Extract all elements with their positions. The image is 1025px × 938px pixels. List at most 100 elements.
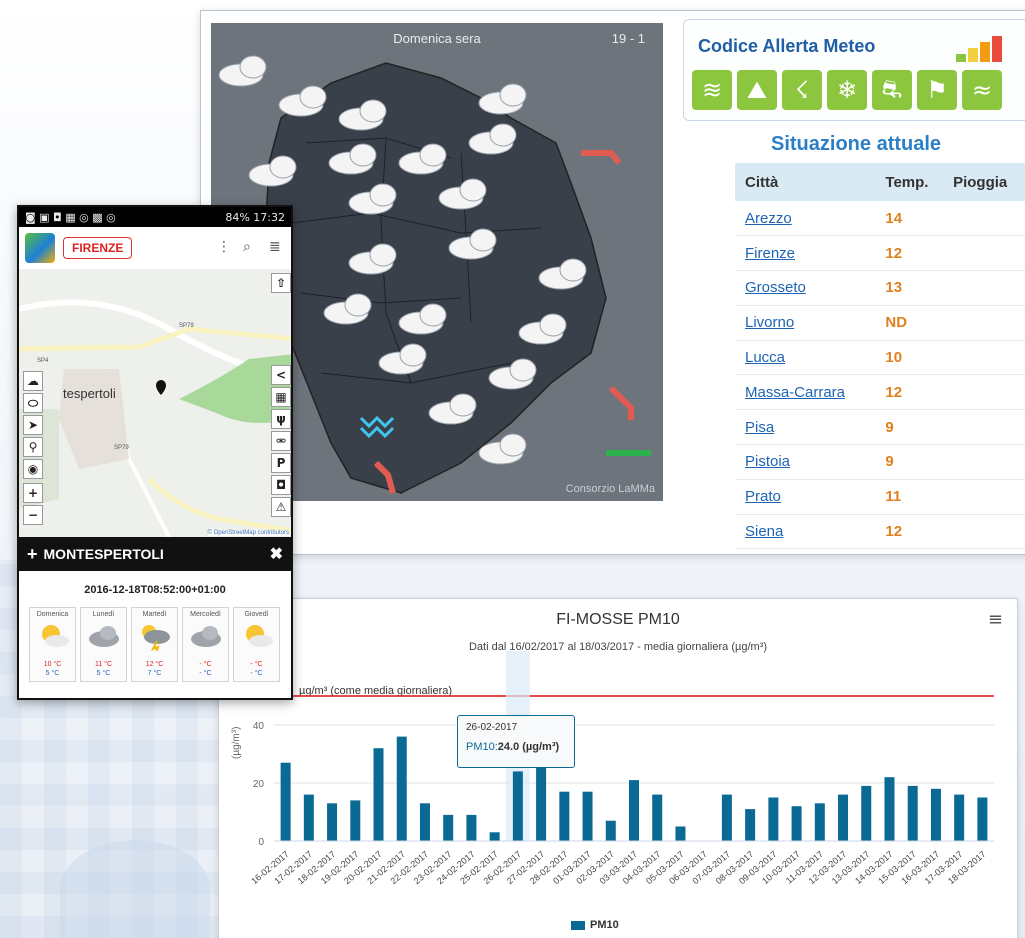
rain-value (943, 479, 1025, 515)
road-label: SP79 (114, 445, 129, 451)
city-link[interactable]: Pistoia (735, 444, 876, 480)
more-vertical-icon[interactable]: ⋮ (217, 239, 231, 255)
parking-icon[interactable]: P (271, 453, 291, 473)
city-link[interactable]: Lucca (735, 340, 876, 376)
search-icon[interactable]: ⌕ (243, 239, 251, 255)
day-min-temp: 5 °C (96, 670, 111, 677)
bar (907, 785, 918, 841)
grass-icon[interactable]: ψ (271, 409, 291, 429)
city-link[interactable]: Siena (735, 514, 876, 550)
city-link[interactable]: Firenze (735, 235, 876, 272)
city-link[interactable]: Livorno (735, 305, 876, 341)
day-min-temp: 7 °C (147, 670, 162, 677)
road-label: SP79 (179, 323, 194, 329)
add-icon[interactable]: + (27, 544, 38, 565)
weather-alert-box[interactable]: Codice Allerta Meteo ≋ ⛰ ☇ ❄ ⛐ ⚑ ≈ (683, 19, 1025, 121)
cloud-moon-icon (278, 85, 327, 117)
bar (954, 794, 965, 841)
rain-value (943, 409, 1025, 446)
bar (675, 826, 686, 841)
snow-icon[interactable]: ❄ (827, 70, 867, 110)
city-link[interactable]: Pisa (735, 409, 876, 446)
location-title: MONTESPERTOLI (43, 546, 164, 562)
table-row: Grosseto 13 (735, 270, 1025, 306)
wind-icon[interactable]: ⚑ (917, 70, 957, 110)
status-bar: ◙ ▣ ◘ ▦ ◎ ▩ ◎ 84% 17:32 (19, 207, 291, 227)
alert-level-bars (956, 36, 1002, 62)
phone-map[interactable]: SP79 SP4 SP79 tespertoli ⇧ ☁ ⬭ ➤ ⚲ ◉ + −… (19, 269, 291, 537)
close-icon[interactable]: ✖ (270, 544, 283, 564)
table-header-row: Città Temp. Pioggia (735, 163, 1025, 201)
ice-icon[interactable]: ⛐ (872, 70, 912, 110)
share-icon[interactable]: < (271, 365, 291, 385)
bike-icon[interactable]: ⚮ (271, 431, 291, 451)
city-link[interactable]: Grosseto (735, 270, 876, 306)
storm-icon[interactable]: ☇ (782, 70, 822, 110)
city-selector[interactable]: FIRENZE (63, 237, 133, 259)
rain-value (943, 340, 1025, 376)
calendar-icon[interactable]: ▦ (271, 387, 291, 407)
bar (884, 777, 895, 841)
zoom-out-button[interactable]: − (23, 505, 43, 525)
list-icon[interactable]: ≣ (269, 239, 281, 255)
bar (930, 788, 941, 841)
temp-value: 11 (875, 479, 944, 515)
temp-value: 12 (875, 374, 944, 411)
wind-arrow-icon (581, 150, 622, 165)
forecast-day[interactable]: Martedì 12 °C 7 °C (131, 607, 178, 682)
sea-icon[interactable]: ≈ (962, 70, 1002, 110)
table-row: Pistoia 9 (735, 444, 1025, 480)
rain-value (943, 270, 1025, 306)
zoom-in-button[interactable]: + (23, 483, 43, 503)
bar (327, 803, 338, 841)
weather-layer-icon[interactable]: ☁ (23, 371, 43, 391)
forecast-day[interactable]: Giovedì - °C - °C (233, 607, 280, 682)
locate-icon[interactable]: ◉ (23, 459, 43, 479)
rain-value (943, 444, 1025, 480)
bar (791, 806, 802, 841)
city-link[interactable]: Arezzo (735, 201, 876, 237)
navigate-icon[interactable]: ➤ (23, 415, 43, 435)
sun-cloud-icon (245, 625, 273, 647)
cloud-moon-icon (218, 55, 267, 87)
city-link[interactable]: Prato (735, 479, 876, 515)
table-row: Pisa 9 (735, 409, 1025, 446)
marker-icon[interactable]: ⚲ (23, 437, 43, 457)
temp-value: 13 (875, 270, 944, 306)
forecast-day[interactable]: Domenica 10 °C 5 °C (29, 607, 76, 682)
column-header-temp: Temp. (875, 163, 944, 201)
day-max-temp: 10 °C (43, 661, 62, 668)
bar (721, 794, 732, 841)
table-row: Lucca 10 (735, 340, 1025, 376)
wind-arrow-icon (608, 385, 634, 420)
chart-legend[interactable]: PM10 (571, 919, 619, 931)
forecast-day[interactable]: Mercoledì - °C - °C (182, 607, 229, 682)
day-min-temp: 5 °C (45, 670, 60, 677)
day-max-temp: - °C (250, 661, 263, 668)
cloud-icon (190, 626, 221, 647)
column-header-rain: Pioggia (943, 163, 1025, 201)
day-name: Mercoledì (190, 611, 221, 618)
legend-label: PM10 (590, 919, 619, 931)
share-up-icon[interactable]: ⇧ (271, 273, 291, 293)
forecast-day[interactable]: Lunedì 11 °C 5 °C (80, 607, 127, 682)
flood-icon[interactable]: ≋ (692, 70, 732, 110)
app-logo[interactable] (25, 233, 55, 263)
day-min-temp: - °C (199, 670, 212, 677)
city-link[interactable]: Massa-Carrara (735, 374, 876, 411)
landslide-icon[interactable]: ⛰ (737, 70, 777, 110)
background-shape (60, 840, 210, 938)
table-row: Firenze 12 (735, 235, 1025, 272)
day-min-temp: - °C (250, 670, 263, 677)
day-name: Martedì (142, 611, 167, 618)
bar (536, 756, 547, 841)
tag-icon[interactable]: ⬭ (23, 393, 43, 413)
tooltip-value: PM10:24.0 (µg/m³) (466, 741, 566, 753)
y-tick-label: 20 (253, 779, 265, 790)
table-row: Arezzo 14 (735, 201, 1025, 237)
bus-icon[interactable]: ◘ (271, 475, 291, 495)
day-name: Lunedì (92, 611, 115, 618)
warning-icon[interactable]: ⚠ (271, 497, 291, 517)
street-map-svg: SP79 SP4 SP79 (19, 299, 291, 537)
location-pin-icon[interactable] (156, 380, 166, 395)
